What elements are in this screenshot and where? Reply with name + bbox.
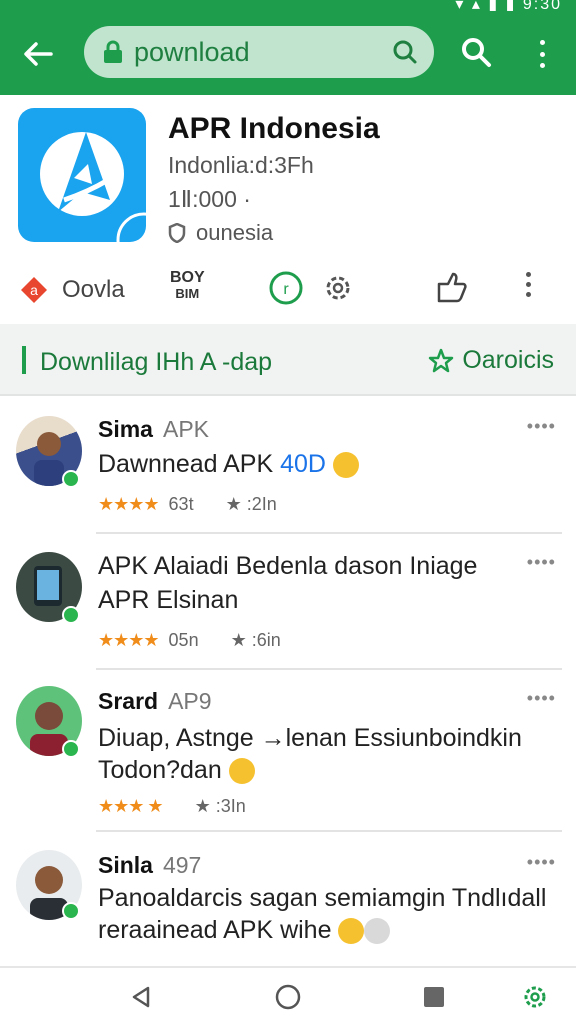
app-title: APR Indonesia <box>168 112 380 145</box>
gear-icon <box>326 276 350 300</box>
review-count: 05n <box>168 630 199 650</box>
app-downloads: 1Ⅱ:000 · <box>168 186 251 212</box>
app-category-label: ounesia <box>196 220 274 245</box>
system-nav-bar <box>0 966 576 1024</box>
review-item[interactable]: Sima APK Dawnnead APK 40D ★★★★ 63t ★ :2In… <box>0 400 576 534</box>
review-app-link[interactable]: APR Elsinan <box>98 584 238 616</box>
review-more-icon[interactable]: •••• <box>527 688 556 709</box>
boy-line2: BIM <box>175 286 200 301</box>
review-more-icon[interactable]: •••• <box>527 552 556 573</box>
back-button[interactable] <box>18 34 58 74</box>
status-bar: ▾ ▴ ▮ ▮ 9:30 <box>455 0 562 13</box>
url-search-bar[interactable]: pownload <box>84 26 434 78</box>
nav-recents-button[interactable] <box>419 982 449 1012</box>
favorites-link[interactable]: Oaroicis <box>428 346 554 375</box>
svg-text:a: a <box>30 282 38 298</box>
reviewer-name: Sinla 497 <box>98 852 202 878</box>
review-more-icon[interactable]: •••• <box>527 416 556 437</box>
refresh-button[interactable]: r <box>268 270 304 306</box>
star-rating: ★★★★ <box>98 630 160 650</box>
settings-button[interactable] <box>322 272 354 304</box>
boy-action[interactable]: BOY BIM <box>170 270 205 302</box>
nav-back-button[interactable] <box>126 982 156 1012</box>
review-item[interactable]: APK Alaiadi Bedenla dason Iniage APR Els… <box>0 536 576 670</box>
search-icon[interactable] <box>390 37 420 67</box>
back-arrow-icon <box>24 42 53 66</box>
top-app-bar: ▾ ▴ ▮ ▮ 9:30 pownload <box>0 0 576 95</box>
review-text: Dawnnead APK 40D <box>98 448 359 480</box>
review-meta: ★★★★ 63t ★ :2In <box>98 494 277 515</box>
more-vert-icon[interactable] <box>528 34 556 74</box>
shield-icon <box>168 223 186 243</box>
review-text: Diuap, Astnge →lenan Essiunboindkin <box>98 724 522 752</box>
install-action[interactable]: a Oovla <box>18 274 125 306</box>
install-label: Oovla <box>62 276 125 303</box>
verified-badge <box>62 902 80 920</box>
verified-badge <box>62 470 80 488</box>
star-outline-icon <box>429 348 454 372</box>
star-rating: ★★★ ★ <box>98 796 164 816</box>
like-button[interactable] <box>434 270 468 304</box>
review-meta: ★★★ ★ ★ :3In <box>98 796 246 817</box>
smile-emoji-icon <box>332 452 359 479</box>
star-rating: ★★★★ <box>98 494 160 514</box>
favorites-label: Oaroicis <box>462 346 554 374</box>
svg-text:r: r <box>283 281 289 298</box>
robot-emoji-icon <box>364 918 391 945</box>
review-more-icon[interactable]: •••• <box>527 852 556 873</box>
review-text: Panoaldarcis sagan semiamgin Tndlıdall <box>98 884 547 912</box>
review-count: 63t <box>168 494 194 514</box>
more-options-button[interactable] <box>526 272 531 297</box>
section-title: Downlilag IHh A -dap <box>40 348 273 376</box>
verified-badge <box>62 606 80 624</box>
search-button-icon[interactable] <box>458 34 494 70</box>
google-play-icon: a <box>21 277 47 303</box>
review-text-cont: reraainead APK wihe <box>98 914 391 946</box>
app-developer: Indonlia:d:3Fh <box>168 152 314 178</box>
review-text-cont: Todon?dan <box>98 754 255 786</box>
app-category: ounesia <box>168 220 273 246</box>
search-query: pownload <box>134 36 250 67</box>
recents-square-icon <box>424 987 444 1007</box>
boy-line1: BOY <box>170 269 205 286</box>
review-text: APK Alaiadi Bedenla dason Iniage <box>98 552 478 580</box>
action-row: a Oovla BOY BIM r <box>0 262 576 318</box>
nav-home-button[interactable] <box>273 982 303 1012</box>
smile-emoji-icon <box>228 758 255 785</box>
reviews-section-header: Downlilag IHh A -dap Oaroicis <box>0 324 576 396</box>
back-triangle-icon <box>132 986 150 1008</box>
reviewer-name: Srard AP9 <box>98 688 212 714</box>
review-meta: ★★★★ 05n ★ :6in <box>98 630 281 651</box>
lock-icon <box>104 40 122 63</box>
review-time: ★ :3In <box>194 796 246 816</box>
nav-settings-button[interactable] <box>520 982 550 1012</box>
refresh-circle-icon: r <box>269 271 303 305</box>
review-item[interactable]: Sinla 497 Panoaldarcis sagan semiamgin Tn… <box>0 836 576 964</box>
home-circle-icon <box>275 984 301 1010</box>
settings-gear-icon <box>524 986 546 1008</box>
section-accent <box>22 346 26 374</box>
verified-badge <box>62 740 80 758</box>
thumb-icon <box>437 272 467 303</box>
review-item[interactable]: Srard AP9 Diuap, Astnge →lenan Essiunboin… <box>0 672 576 832</box>
review-time: ★ :2In <box>225 494 277 514</box>
smile-emoji-icon <box>338 918 365 945</box>
reviewer-name: Sima APK <box>98 416 210 442</box>
review-time: ★ :6in <box>230 630 281 650</box>
app-logo-icon <box>18 108 146 242</box>
